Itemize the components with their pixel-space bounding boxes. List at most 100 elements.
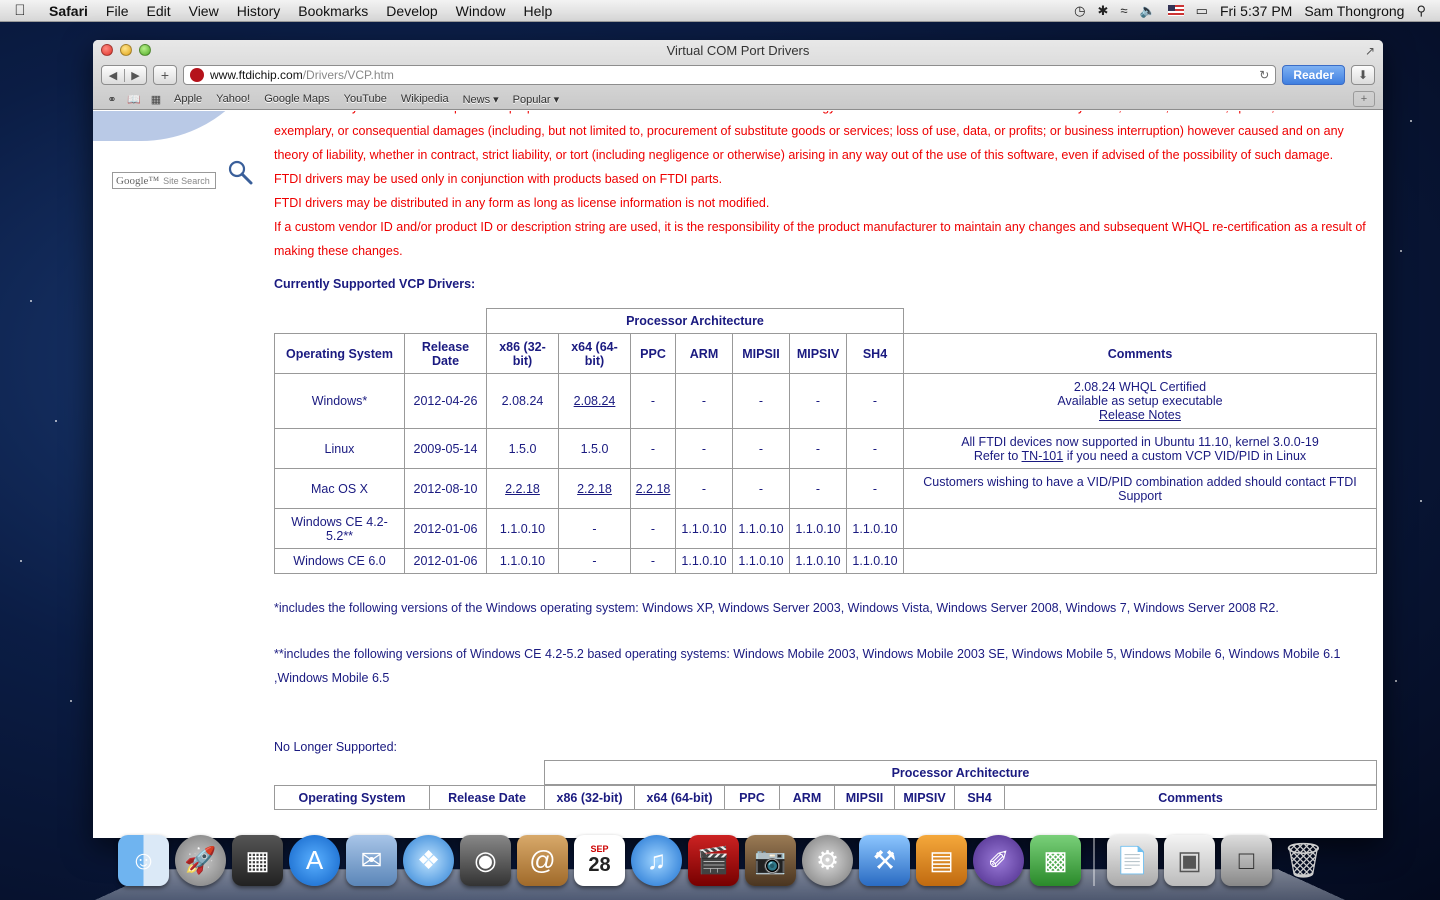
menu-clock[interactable]: Fri 5:37 PM: [1220, 3, 1292, 19]
safari-icon[interactable]: ❖: [403, 835, 454, 886]
volume-icon[interactable]: 🔈: [1139, 3, 1155, 19]
menu-app-name[interactable]: Safari: [40, 3, 97, 19]
wifi-icon[interactable]: ≈: [1120, 3, 1127, 18]
comments-cell: [903, 508, 1377, 549]
bookmark-apple[interactable]: Apple: [167, 93, 209, 105]
no-longer-supported-title: No Longer Supported:: [274, 740, 398, 754]
new-tab-button[interactable]: +: [1353, 91, 1375, 107]
menu-develop[interactable]: Develop: [377, 3, 446, 19]
search-icon[interactable]: [227, 159, 253, 185]
window-title: Virtual COM Port Drivers: [666, 43, 810, 58]
facetime-icon[interactable]: ◉: [460, 835, 511, 886]
driver-link[interactable]: 1.1.0.10: [675, 548, 733, 574]
driver-link[interactable]: 2.08.24: [574, 394, 616, 408]
menu-bar:  Safari File Edit View History Bookmark…: [0, 0, 1440, 22]
bookmarks-book-icon[interactable]: 📖: [123, 93, 145, 106]
comments-cell: All FTDI devices now supported in Ubuntu…: [903, 428, 1377, 469]
driver-link[interactable]: 1.1.0.10: [486, 548, 559, 574]
comments-cell: Customers wishing to have a VID/PID comb…: [903, 468, 1377, 509]
iphoto-icon[interactable]: 📷: [745, 835, 796, 886]
bookmark-yahoo[interactable]: Yahoo!: [209, 93, 257, 105]
menu-history[interactable]: History: [228, 3, 290, 19]
release-notes-link[interactable]: Release Notes: [1099, 408, 1181, 422]
system-preferences-icon[interactable]: ⚙: [802, 835, 853, 886]
menu-view[interactable]: View: [180, 3, 228, 19]
main-content: merchantability and fitness for a partic…: [274, 111, 1377, 810]
driver-link[interactable]: 1.1.0.10: [486, 508, 559, 549]
address-bar[interactable]: www.ftdichip.com /Drivers/VCP.htm ↻: [183, 65, 1277, 85]
bluetooth-icon[interactable]: ✱: [1097, 3, 1108, 19]
driver-link[interactable]: 1.1.0.10: [732, 508, 790, 549]
keynote-icon[interactable]: ▤: [916, 835, 967, 886]
app-store-icon[interactable]: A: [289, 835, 340, 886]
xcode-icon[interactable]: ⚒: [859, 835, 910, 886]
time-machine-icon[interactable]: ◷: [1074, 3, 1085, 19]
downloads-stack-icon[interactable]: □: [1221, 835, 1272, 886]
apple-menu-icon[interactable]: : [0, 2, 40, 19]
photo-booth-icon[interactable]: ▦: [232, 835, 283, 886]
driver-link[interactable]: 2.2.18: [636, 482, 671, 496]
menu-help[interactable]: Help: [514, 3, 561, 19]
bookmark-popular[interactable]: Popular ▾: [506, 93, 567, 106]
itunes-icon[interactable]: ♫: [631, 835, 682, 886]
screenshot-stack-icon[interactable]: ▣: [1164, 835, 1215, 886]
site-favicon-icon: [190, 68, 204, 82]
driver-link[interactable]: 1.1.0.10: [846, 548, 904, 574]
instruments-icon[interactable]: ✐: [973, 835, 1024, 886]
driver-link[interactable]: 1.1.0.10: [675, 508, 733, 549]
table-row: Linux 2009-05-14 1.5.0 1.5.0 - - - - - A…: [274, 428, 1377, 469]
search-placeholder: Site Search: [163, 175, 210, 186]
bookmark-wikipedia[interactable]: Wikipedia: [394, 93, 456, 105]
table-header-row: Processor Architecture: [275, 308, 1377, 334]
launchpad-icon[interactable]: 🚀: [175, 835, 226, 886]
reading-list-icon[interactable]: ⚭: [101, 93, 123, 106]
bookmark-youtube[interactable]: YouTube: [337, 93, 394, 105]
menu-file[interactable]: File: [97, 3, 138, 19]
driver-link[interactable]: 1.5.0: [486, 428, 559, 469]
col-sh4: SH4: [846, 333, 904, 374]
menu-edit[interactable]: Edit: [137, 3, 179, 19]
numbers-icon[interactable]: ▩: [1030, 835, 1081, 886]
flag-icon[interactable]: [1167, 5, 1184, 16]
address-book-icon[interactable]: @: [517, 835, 568, 886]
tn-101-link[interactable]: TN-101: [1022, 449, 1064, 463]
star: [30, 300, 32, 302]
license-line-3: FTDI drivers may be distributed in any f…: [274, 196, 770, 210]
battery-icon[interactable]: ▭: [1196, 3, 1208, 19]
bookmark-news[interactable]: News ▾: [456, 93, 506, 106]
driver-link[interactable]: 2.08.24: [486, 373, 559, 429]
spotlight-icon[interactable]: ⚲: [1416, 3, 1426, 19]
movies-icon[interactable]: 🎬: [688, 835, 739, 886]
calendar-day: 28: [588, 854, 611, 876]
menu-bookmarks[interactable]: Bookmarks: [289, 3, 377, 19]
driver-link[interactable]: 2.2.18: [577, 482, 612, 496]
documents-stack-icon[interactable]: 📄: [1107, 835, 1158, 886]
forward-button[interactable]: ▶: [124, 68, 146, 82]
menu-user[interactable]: Sam Thongrong: [1304, 3, 1404, 19]
driver-link[interactable]: 1.1.0.10: [789, 508, 847, 549]
finder-icon[interactable]: ☺: [118, 835, 169, 886]
title-bar: Virtual COM Port Drivers ↗ ◀ ▶ + www.ftd…: [93, 40, 1383, 110]
driver-link[interactable]: 2.2.18: [505, 482, 540, 496]
url-path: /Drivers/VCP.htm: [302, 68, 394, 82]
site-search-input[interactable]: Google™ Site Search: [112, 172, 216, 189]
mail-icon[interactable]: ✉: [346, 835, 397, 886]
trash-icon[interactable]: 🗑: [1278, 835, 1329, 886]
bookmark-google-maps[interactable]: Google Maps: [257, 93, 336, 105]
top-sites-grid-icon[interactable]: ▦: [145, 93, 167, 106]
calendar-icon[interactable]: SEP 28: [574, 835, 625, 886]
driver-link[interactable]: 1.5.0: [558, 428, 631, 469]
driver-link[interactable]: 1.1.0.10: [789, 548, 847, 574]
driver-link[interactable]: 1.1.0.10: [846, 508, 904, 549]
menu-window[interactable]: Window: [447, 3, 515, 19]
back-button[interactable]: ◀: [102, 69, 124, 82]
add-bookmark-button[interactable]: +: [153, 65, 177, 85]
fullscreen-icon[interactable]: ↗: [1365, 44, 1375, 58]
driver-link[interactable]: 1.1.0.10: [732, 548, 790, 574]
col-mipsii: MIPSII: [732, 333, 790, 374]
setup-executable-link[interactable]: Available as setup executable: [908, 394, 1372, 408]
reader-button[interactable]: Reader: [1282, 65, 1345, 85]
vcp-drivers-table: Processor Architecture Operating System …: [274, 308, 1377, 574]
reload-icon[interactable]: ↻: [1259, 68, 1269, 82]
downloads-button[interactable]: ⬇: [1351, 65, 1375, 85]
